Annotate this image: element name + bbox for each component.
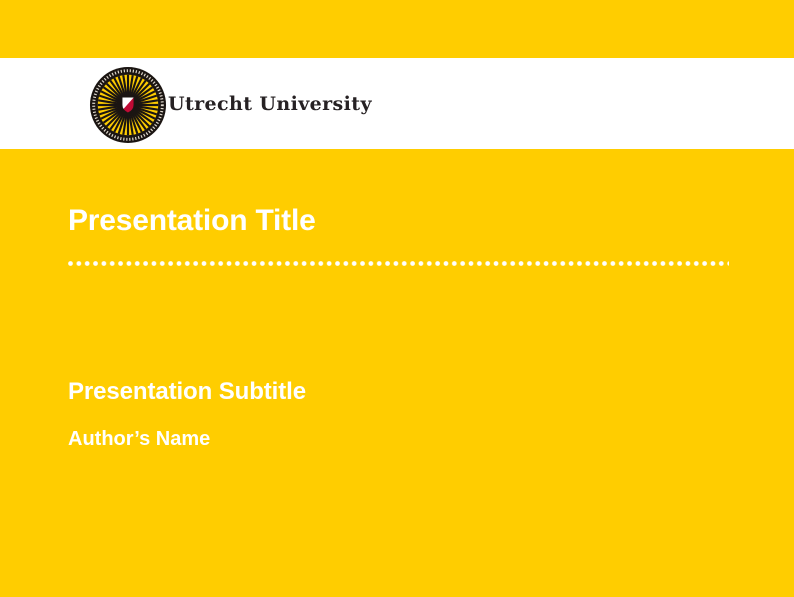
presentation-title: Presentation Title [68, 203, 316, 239]
header-band: Utrecht University [0, 58, 794, 149]
utrecht-university-seal-icon [89, 66, 167, 144]
dotted-divider [68, 261, 729, 266]
title-slide: Utrecht University Presentation Title Pr… [0, 0, 794, 597]
presentation-subtitle: Presentation Subtitle [68, 377, 306, 407]
university-wordmark: Utrecht University [168, 58, 372, 149]
author-name: Author’s Name [68, 426, 210, 452]
